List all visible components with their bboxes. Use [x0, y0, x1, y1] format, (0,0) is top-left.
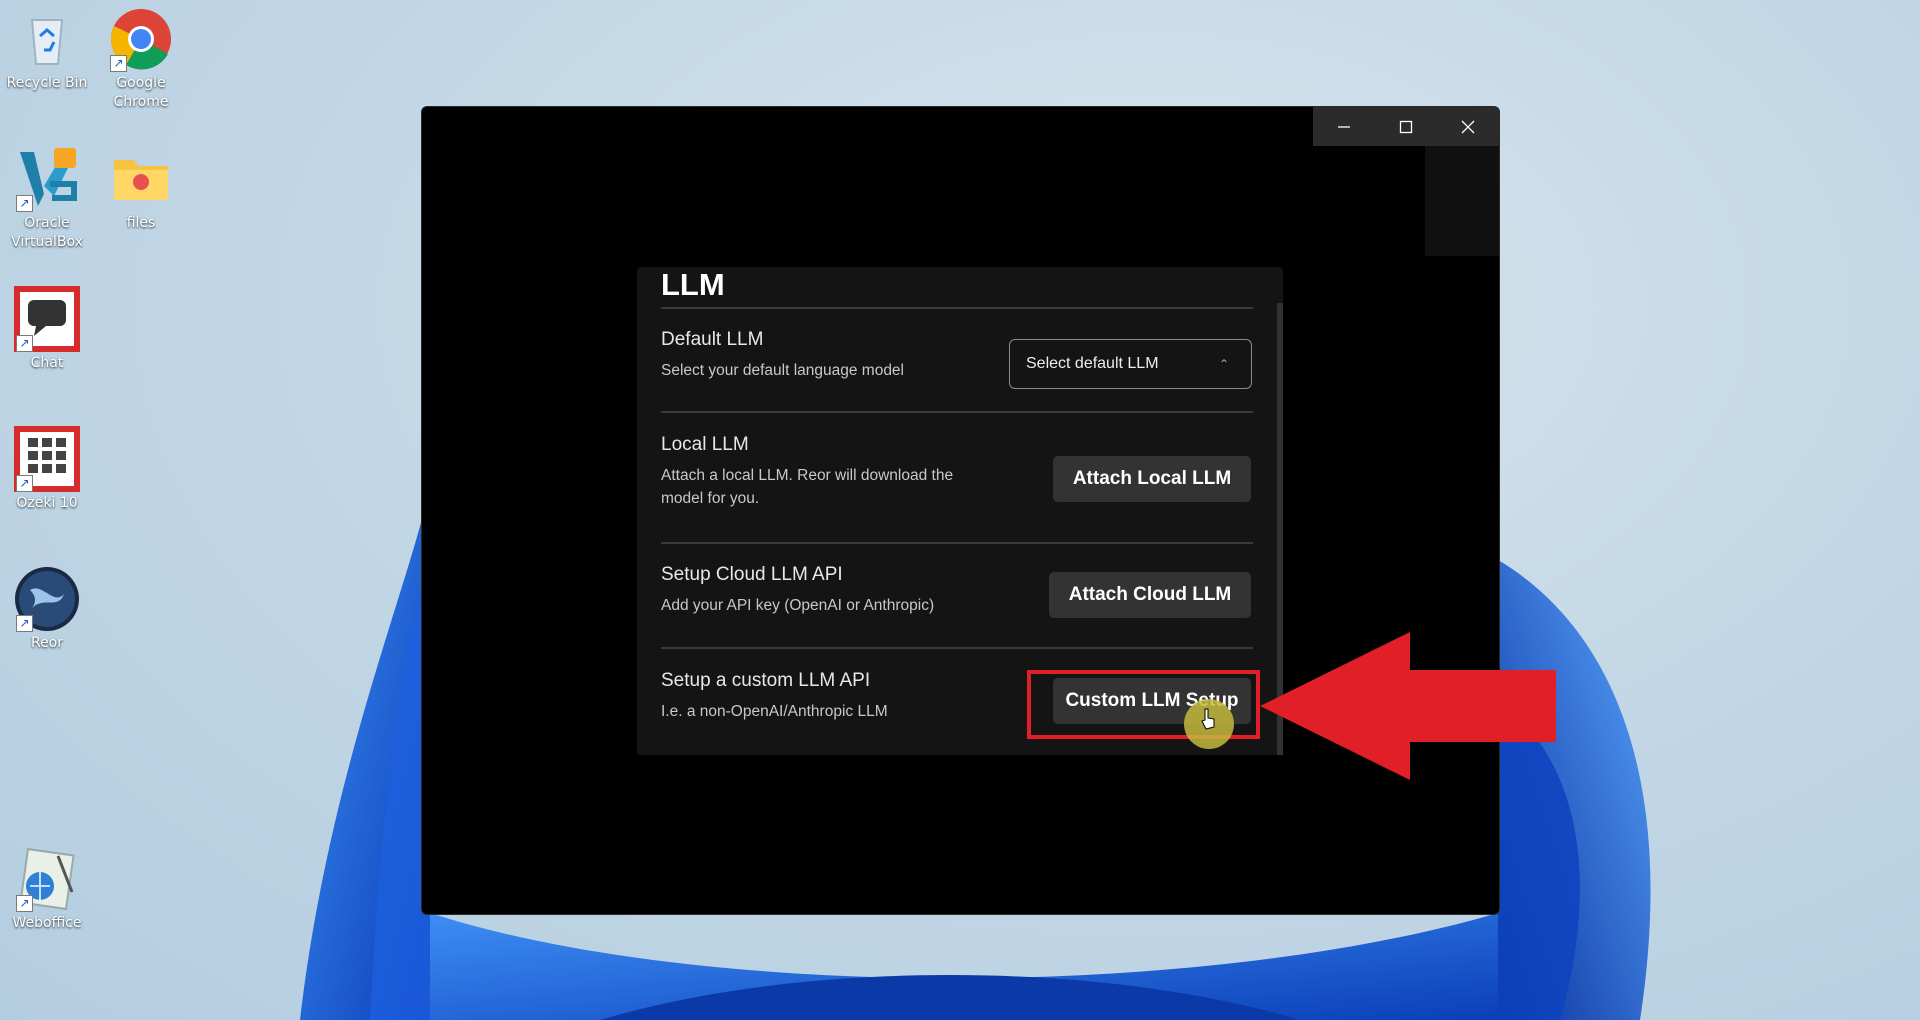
select-value: Select default LLM: [1026, 355, 1159, 372]
hand-cursor-icon: [1201, 708, 1215, 730]
default-llm-desc: Select your default language model: [661, 362, 904, 379]
desktop-icon-label: Google Chrome: [113, 75, 169, 110]
desktop-icon-virtualbox[interactable]: ↗ Oracle VirtualBox: [2, 146, 92, 252]
maximize-icon: [1399, 120, 1413, 133]
panel-title: LLM: [661, 267, 725, 302]
attach-local-llm-button[interactable]: Attach Local LLM: [1053, 456, 1251, 502]
close-button[interactable]: [1437, 107, 1499, 146]
ozeki-icon: ↗: [14, 426, 80, 492]
desktop-icon-label: Ozeki 10: [16, 495, 78, 511]
desktop-icon-label: Oracle VirtualBox: [11, 215, 83, 250]
divider: [661, 307, 1253, 309]
desktop-icon-weboffice[interactable]: ↗ Weboffice: [2, 846, 92, 933]
desktop-icon-label: Reor: [30, 635, 64, 651]
close-icon: [1461, 120, 1475, 133]
default-llm-select[interactable]: Select default LLM ⌃: [1009, 339, 1252, 389]
window-side-strip: [1425, 146, 1499, 256]
desktop-icon-files[interactable]: files: [96, 146, 186, 233]
local-llm-desc-line1: Attach a local LLM. Reor will download t…: [661, 467, 954, 484]
cloud-llm-desc: Add your API key (OpenAI or Anthropic): [661, 597, 935, 614]
weboffice-icon: ↗: [14, 846, 80, 912]
app-window: LLM Default LLM Select your default lang…: [421, 106, 1500, 915]
chevron-updown-icon: ⌃: [1218, 357, 1229, 371]
window-controls: [1313, 107, 1499, 146]
minimize-icon: [1338, 125, 1350, 128]
desktop-icon-recycle-bin[interactable]: Recycle Bin: [2, 6, 92, 93]
local-llm-title: Local LLM: [661, 434, 749, 455]
local-llm-desc-line2: model for you.: [661, 490, 760, 507]
custom-llm-title: Setup a custom LLM API: [661, 670, 871, 691]
red-arrow-annotation: [1260, 632, 1556, 780]
cloud-llm-title: Setup Cloud LLM API: [661, 564, 843, 585]
custom-llm-desc: I.e. a non-OpenAI/Anthropic LLM: [661, 703, 888, 720]
recycle-bin-icon: [14, 6, 80, 72]
divider: [661, 411, 1253, 413]
desktop-icon-label: files: [126, 215, 156, 231]
desktop-icon-label: Weboffice: [12, 915, 82, 931]
desktop-icon-label: Recycle Bin: [6, 75, 88, 91]
maximize-button[interactable]: [1375, 107, 1437, 146]
desktop-icon-label: Chat: [30, 355, 64, 371]
desktop-icon-ozeki[interactable]: ↗ Ozeki 10: [2, 426, 92, 513]
default-llm-title: Default LLM: [661, 329, 764, 350]
divider: [661, 647, 1253, 649]
divider: [661, 542, 1253, 544]
desktop-icon-chat[interactable]: ↗ Chat: [2, 286, 92, 373]
folder-icon: [108, 146, 174, 212]
desktop-icon-reor[interactable]: ↗ Reor: [2, 566, 92, 653]
attach-cloud-llm-button[interactable]: Attach Cloud LLM: [1049, 572, 1251, 618]
desktop-icon-chrome[interactable]: ↗ Google Chrome: [96, 6, 186, 112]
reor-icon: ↗: [14, 566, 80, 632]
virtualbox-icon: ↗: [14, 146, 80, 212]
chat-icon: ↗: [14, 286, 80, 352]
chrome-icon: ↗: [108, 6, 174, 72]
minimize-button[interactable]: [1313, 107, 1375, 146]
